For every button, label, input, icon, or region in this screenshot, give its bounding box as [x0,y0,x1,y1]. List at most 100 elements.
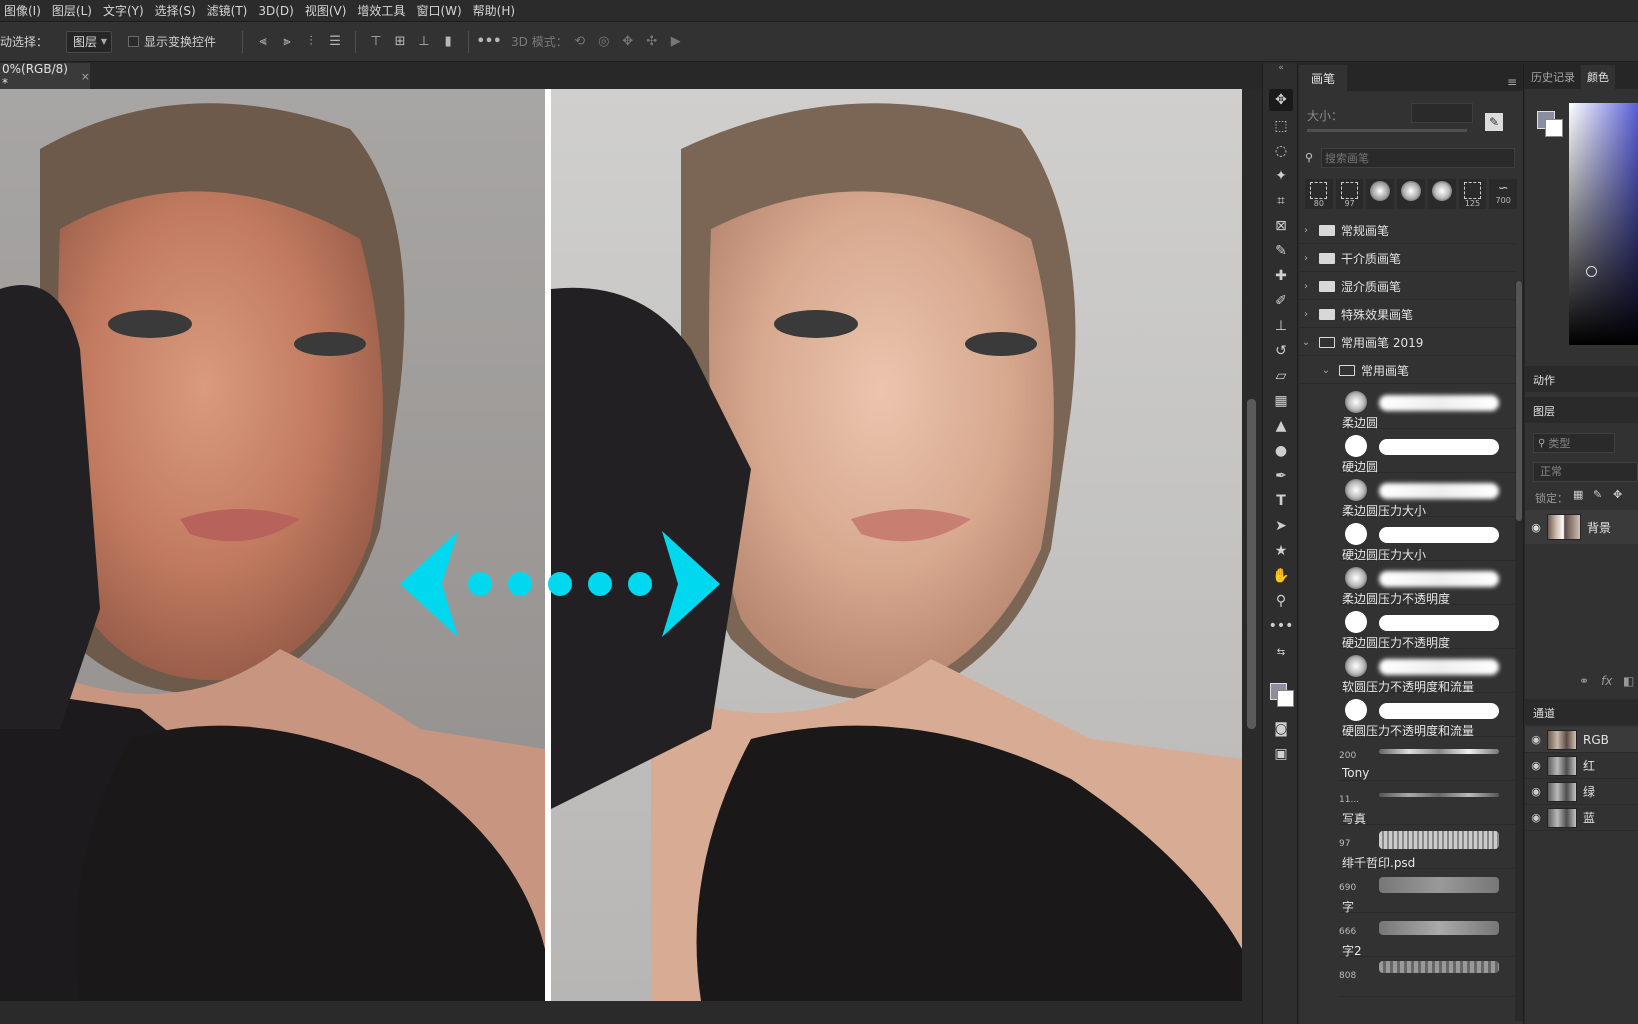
brush-size-slider[interactable] [1307,129,1467,132]
menu-window[interactable]: 窗口(W) [412,2,468,19]
move-tool-icon[interactable]: ✥ [1269,89,1293,111]
brush-item[interactable]: 软圆压力不透明度和流量 [1339,649,1515,694]
preset-brush[interactable] [1427,179,1456,209]
dodge-tool-icon[interactable]: ● [1269,440,1293,462]
distribute-icon[interactable]: ☰ [323,30,347,54]
frame-tool-icon[interactable]: ⊠ [1269,215,1293,237]
align-right-icon[interactable]: ⫶ [299,30,323,54]
marquee-tool-icon[interactable]: ⬚ [1269,115,1293,137]
tab-brushes[interactable]: 画笔 [1299,65,1348,91]
panel-menu-icon[interactable]: ≡ [1507,75,1517,89]
canvas[interactable] [0,89,1242,1001]
3d-camera-icon[interactable]: ▶ [664,30,688,54]
pen-tool-icon[interactable]: ✒ [1269,465,1293,487]
stamp-tool-icon[interactable]: ⊥ [1269,315,1293,337]
channel-row-red[interactable]: ◉ 红 [1525,753,1638,779]
lock-pixels-icon[interactable]: ✎ [1593,488,1602,501]
eye-icon[interactable]: ◉ [1525,521,1547,534]
brush-subfolder[interactable]: ⌄ 常用画笔 [1299,358,1515,384]
channel-row-blue[interactable]: ◉ 蓝 [1525,805,1638,831]
menu-type[interactable]: 文字(Y) [99,2,151,19]
collapse-icon[interactable]: « [1269,57,1293,79]
layer-kind-filter[interactable]: ⚲ 类型 [1533,433,1615,453]
color-picker-field[interactable] [1569,103,1638,345]
link-layers-icon[interactable]: ⚭ [1579,674,1589,688]
zoom-tool-icon[interactable]: ⚲ [1269,590,1293,612]
lasso-tool-icon[interactable]: ◌ [1269,140,1293,162]
brush-item[interactable]: 808 [1339,957,1515,997]
brush-item[interactable]: 硬边圆压力不透明度 [1339,605,1515,650]
preset-brush[interactable]: 125 [1458,179,1487,209]
channels-panel-label[interactable]: 通道 [1533,705,1555,721]
quick-mask-icon[interactable]: ◙ [1269,718,1293,740]
eraser-tool-icon[interactable]: ▱ [1269,365,1293,387]
align-middle-icon[interactable]: ⊞ [388,30,412,54]
preset-brush[interactable]: 97 [1335,179,1364,209]
lock-transparent-icon[interactable]: ▦ [1573,488,1583,501]
brush-folder[interactable]: › 干介质画笔 [1299,246,1515,272]
background-color-swatch[interactable] [1545,119,1563,137]
healing-brush-tool-icon[interactable]: ✚ [1269,265,1293,287]
brush-item[interactable]: 硬圆压力不透明度和流量 [1339,693,1515,738]
layers-panel-label[interactable]: 图层 [1533,403,1555,419]
menu-image[interactable]: 图像(I) [0,2,48,19]
brush-item[interactable]: 666 字2 [1339,913,1515,958]
menu-filter[interactable]: 滤镜(T) [203,2,255,19]
brush-list-scrollbar[interactable] [1515,281,1523,1021]
brush-item[interactable]: 硬边圆压力大小 [1339,517,1515,562]
gradient-tool-icon[interactable]: ▦ [1269,390,1293,412]
mask-icon[interactable]: ◧ [1623,674,1634,688]
brush-folder-expanded[interactable]: ⌄ 常用画笔 2019 [1299,330,1515,356]
document-tab[interactable]: 0%(RGB/8) * × [0,62,90,90]
type-tool-icon[interactable]: T [1269,490,1293,512]
menu-plugins[interactable]: 增效工具 [353,2,412,19]
brush-folder[interactable]: › 湿介质画笔 [1299,274,1515,300]
color-picker-cursor[interactable] [1586,266,1597,277]
brush-item[interactable]: 200 Tony [1339,737,1515,781]
3d-roll-icon[interactable]: ◎ [592,30,616,54]
preset-brush[interactable] [1366,179,1395,209]
eye-icon[interactable]: ◉ [1525,811,1547,824]
align-center-icon[interactable]: ⫸ [275,30,299,54]
menu-select[interactable]: 选择(S) [151,2,203,19]
brush-item[interactable]: 柔边圆压力不透明度 [1339,561,1515,606]
scrollbar-thumb[interactable] [1247,399,1256,729]
blur-tool-icon[interactable]: ▲ [1269,415,1293,437]
fx-icon[interactable]: fx [1601,674,1612,688]
background-color-swatch[interactable] [1277,690,1294,707]
align-bottom-icon[interactable]: ⊥ [412,30,436,54]
preset-brush[interactable]: 80 [1305,179,1333,209]
screen-mode-icon[interactable]: ▣ [1269,743,1293,765]
align-top-icon[interactable]: ⊤ [364,30,388,54]
history-brush-tool-icon[interactable]: ↺ [1269,340,1293,362]
more-options-icon[interactable]: ••• [477,30,502,54]
scrollbar-thumb[interactable] [1516,281,1522,521]
hand-tool-icon[interactable]: ✋ [1269,565,1293,587]
3d-orbit-icon[interactable]: ⟲ [568,30,592,54]
magic-wand-tool-icon[interactable]: ✦ [1269,165,1293,187]
new-brush-icon[interactable]: ✎ [1485,113,1503,131]
menu-layer[interactable]: 图层(L) [48,2,99,19]
blend-mode-dropdown[interactable]: 正常 [1533,462,1638,482]
lock-position-icon[interactable]: ✥ [1613,488,1622,501]
channel-row-rgb[interactable]: ◉ RGB [1525,727,1638,753]
more-tools-icon[interactable]: ••• [1269,615,1294,637]
3d-pan-icon[interactable]: ✥ [616,30,640,54]
3d-slide-icon[interactable]: ✣ [640,30,664,54]
menu-3d[interactable]: 3D(D) [254,4,300,18]
brush-folder[interactable]: › 特殊效果画笔 [1299,302,1515,328]
eye-icon[interactable]: ◉ [1525,785,1547,798]
preset-brush[interactable]: ∽ 700 [1489,179,1518,209]
canvas-vertical-scrollbar[interactable] [1242,89,1262,1001]
crop-tool-icon[interactable]: ⌗ [1269,190,1293,212]
preset-brush[interactable] [1397,179,1425,209]
brush-search-input[interactable] [1321,148,1515,168]
shape-tool-icon[interactable]: ★ [1269,540,1293,562]
brush-item[interactable]: 97 绯千哲印.psd [1339,825,1515,870]
layer-row[interactable]: ◉ 背景 [1525,510,1638,544]
brush-tool-icon[interactable]: ✐ [1269,290,1293,312]
tab-color[interactable]: 颜色 [1581,65,1615,89]
brush-item[interactable]: 11... 写真 [1339,781,1515,826]
brush-folder[interactable]: › 常规画笔 [1299,218,1515,244]
show-transform-checkbox[interactable] [128,36,140,47]
